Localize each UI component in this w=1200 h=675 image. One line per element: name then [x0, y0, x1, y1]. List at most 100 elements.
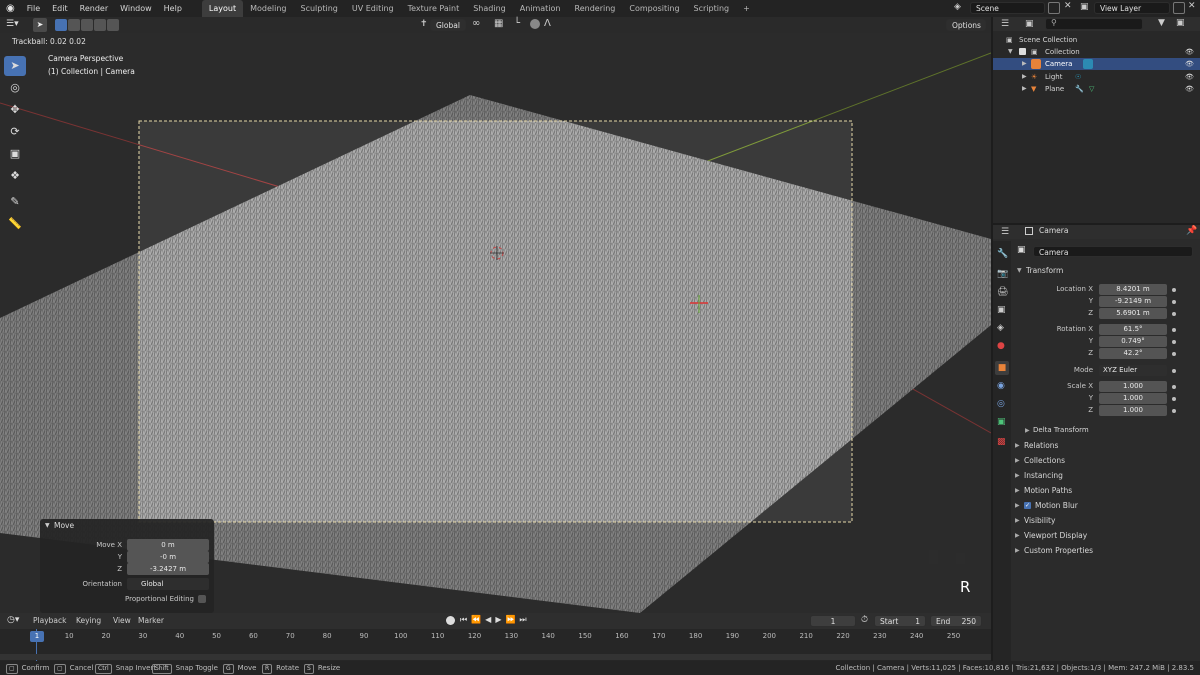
- start-frame-field[interactable]: Start 1: [874, 615, 926, 627]
- light-visibility-icon[interactable]: 👁: [1185, 71, 1194, 83]
- timeline-scrollbar[interactable]: [0, 654, 991, 660]
- panel-motion-paths[interactable]: ▶ Motion Paths: [1015, 484, 1195, 497]
- end-frame-field[interactable]: End 250: [930, 615, 982, 627]
- filter-icon[interactable]: ▼: [1158, 18, 1165, 28]
- keyframe-dot-icon[interactable]: [1172, 409, 1176, 413]
- panel-motion-blur[interactable]: ▶ ✓ Motion Blur: [1015, 499, 1195, 512]
- select-new-icon[interactable]: [55, 19, 67, 31]
- expand-plane-icon[interactable]: ▶: [1022, 83, 1027, 95]
- delete-scene-icon[interactable]: ✕: [1064, 1, 1072, 11]
- scale-tool-icon[interactable]: ▣: [4, 144, 26, 164]
- measure-tool-icon[interactable]: 📏: [4, 214, 26, 234]
- tab-rendering[interactable]: Rendering: [568, 0, 623, 17]
- properties-editor-icon[interactable]: ☰: [1001, 227, 1009, 237]
- tab-animation[interactable]: Animation: [513, 0, 568, 17]
- keyframe-dot-icon[interactable]: [1172, 328, 1176, 332]
- transform-panel-header[interactable]: ▼ Transform: [1017, 264, 1197, 277]
- blender-logo-icon[interactable]: ◉: [0, 0, 21, 17]
- keyframe-dot-icon[interactable]: [1172, 300, 1176, 304]
- move-y-field[interactable]: -0 m: [127, 551, 209, 563]
- camera-visibility-icon[interactable]: 👁: [1185, 58, 1194, 70]
- rotation-x-field[interactable]: 61.5°: [1099, 324, 1167, 335]
- view-menu[interactable]: View: [113, 616, 131, 625]
- rotation-z-field[interactable]: 42.2°: [1099, 348, 1167, 359]
- location-y-field[interactable]: -9.2149 m: [1099, 296, 1167, 307]
- collection-visibility-icon[interactable]: 👁: [1185, 46, 1194, 58]
- texture-tab-icon[interactable]: ▩: [997, 437, 1006, 447]
- rotate-tool-icon[interactable]: ⟳: [4, 122, 26, 142]
- tab-sculpting[interactable]: Sculpting: [294, 0, 345, 17]
- camera-data-icon[interactable]: [1083, 59, 1093, 69]
- scale-z-field[interactable]: 1.000: [1099, 405, 1167, 416]
- mesh-data-icon[interactable]: ▽: [1089, 83, 1094, 95]
- keyframe-dot-icon[interactable]: [1172, 369, 1176, 373]
- timeline-editor-icon[interactable]: ◷▾: [7, 615, 19, 625]
- keyframe-dot-icon[interactable]: [1172, 312, 1176, 316]
- select-tool-icon[interactable]: ➤: [4, 56, 26, 76]
- keyframe-dot-icon[interactable]: [1172, 385, 1176, 389]
- move-z-field[interactable]: -3.2427 m: [127, 563, 209, 575]
- add-workspace-button[interactable]: +: [736, 0, 757, 17]
- orientation-select[interactable]: Global: [127, 578, 209, 590]
- menu-edit[interactable]: Edit: [46, 0, 74, 17]
- 3d-viewport[interactable]: Trackball: 0.02 0.02 Camera Perspective …: [0, 33, 991, 613]
- delta-transform-header[interactable]: ▶ Delta Transform: [1025, 424, 1200, 437]
- playback-controls[interactable]: ⏮⏪◀▶⏩⏭: [460, 615, 531, 625]
- select-invert-icon[interactable]: [94, 19, 106, 31]
- tab-compositing[interactable]: Compositing: [622, 0, 686, 17]
- panel-custom-properties[interactable]: ▶ Custom Properties: [1015, 544, 1195, 557]
- scene-field[interactable]: Scene: [970, 2, 1045, 14]
- move-tool-icon[interactable]: ✥: [4, 100, 26, 120]
- display-mode-icon[interactable]: ▣: [1025, 19, 1034, 29]
- orientation-icon[interactable]: ✝: [420, 19, 428, 29]
- current-frame-field[interactable]: 1: [810, 615, 856, 627]
- light-label[interactable]: Light: [1045, 71, 1062, 83]
- scale-y-field[interactable]: 1.000: [1099, 393, 1167, 404]
- proportional-edit-icon[interactable]: [530, 19, 540, 29]
- keyframe-dot-icon[interactable]: [1172, 397, 1176, 401]
- tab-layout[interactable]: Layout: [201, 0, 244, 17]
- camera-label[interactable]: Camera: [1045, 58, 1072, 70]
- select-extend-icon[interactable]: [68, 19, 80, 31]
- playback-menu[interactable]: Playback: [33, 616, 66, 625]
- panel-collections[interactable]: ▶ Collections: [1015, 454, 1195, 467]
- marker-menu[interactable]: Marker: [138, 616, 164, 625]
- outliner-row-camera[interactable]: ▶ Camera 👁: [993, 58, 1200, 70]
- expand-collection-icon[interactable]: ▼: [1008, 46, 1013, 58]
- tab-scripting[interactable]: Scripting: [687, 0, 737, 17]
- outliner-search-input[interactable]: [1045, 18, 1143, 30]
- stopwatch-icon[interactable]: ⏱: [861, 615, 868, 625]
- motion-blur-checkbox[interactable]: ✓: [1024, 502, 1031, 509]
- snap-target-icon[interactable]: └: [514, 18, 520, 29]
- render-tab-icon[interactable]: 📷: [997, 269, 1008, 279]
- pin-icon[interactable]: 📌: [1186, 226, 1197, 236]
- proportional-editing-checkbox[interactable]: [198, 595, 206, 603]
- keyframe-dot-icon[interactable]: [1172, 340, 1176, 344]
- keyframe-dot-icon[interactable]: [1172, 352, 1176, 356]
- menu-help[interactable]: Help: [158, 0, 188, 17]
- orientation-dropdown[interactable]: Global: [430, 19, 466, 31]
- scene-icon[interactable]: ◈: [954, 2, 966, 14]
- select-intersect-icon[interactable]: [107, 19, 119, 31]
- tab-shading[interactable]: Shading: [466, 0, 513, 17]
- panel-visibility[interactable]: ▶ Visibility: [1015, 514, 1195, 527]
- select-cursor-icon[interactable]: ➤: [33, 18, 47, 32]
- view-layer-icon[interactable]: ▣: [1080, 2, 1089, 12]
- location-z-field[interactable]: 5.6901 m: [1099, 308, 1167, 319]
- move-x-field[interactable]: 0 m: [127, 539, 209, 551]
- new-scene-icon[interactable]: [1048, 2, 1060, 14]
- delete-view-layer-icon[interactable]: ✕: [1188, 1, 1196, 11]
- light-data-icon[interactable]: ☉: [1075, 71, 1081, 83]
- scene-collection-label[interactable]: Scene Collection: [1019, 34, 1077, 46]
- options-dropdown[interactable]: Options: [946, 19, 986, 31]
- transform-tool-icon[interactable]: ❖: [4, 166, 26, 186]
- pivot-icon[interactable]: ∞: [472, 18, 480, 29]
- menu-render[interactable]: Render: [74, 0, 114, 17]
- timeline-track[interactable]: 10 20 30 40 50 60 70 80 90 100 110 120 130 140 150 160 1…: [0, 629, 991, 661]
- modifier-wrench-icon[interactable]: 🔧: [1075, 83, 1084, 95]
- keyframe-dot-icon[interactable]: [1172, 288, 1176, 292]
- location-x-field[interactable]: 8.4201 m: [1099, 284, 1167, 295]
- tab-uv-editing[interactable]: UV Editing: [345, 0, 401, 17]
- menu-window[interactable]: Window: [114, 0, 158, 17]
- tab-texture-paint[interactable]: Texture Paint: [401, 0, 467, 17]
